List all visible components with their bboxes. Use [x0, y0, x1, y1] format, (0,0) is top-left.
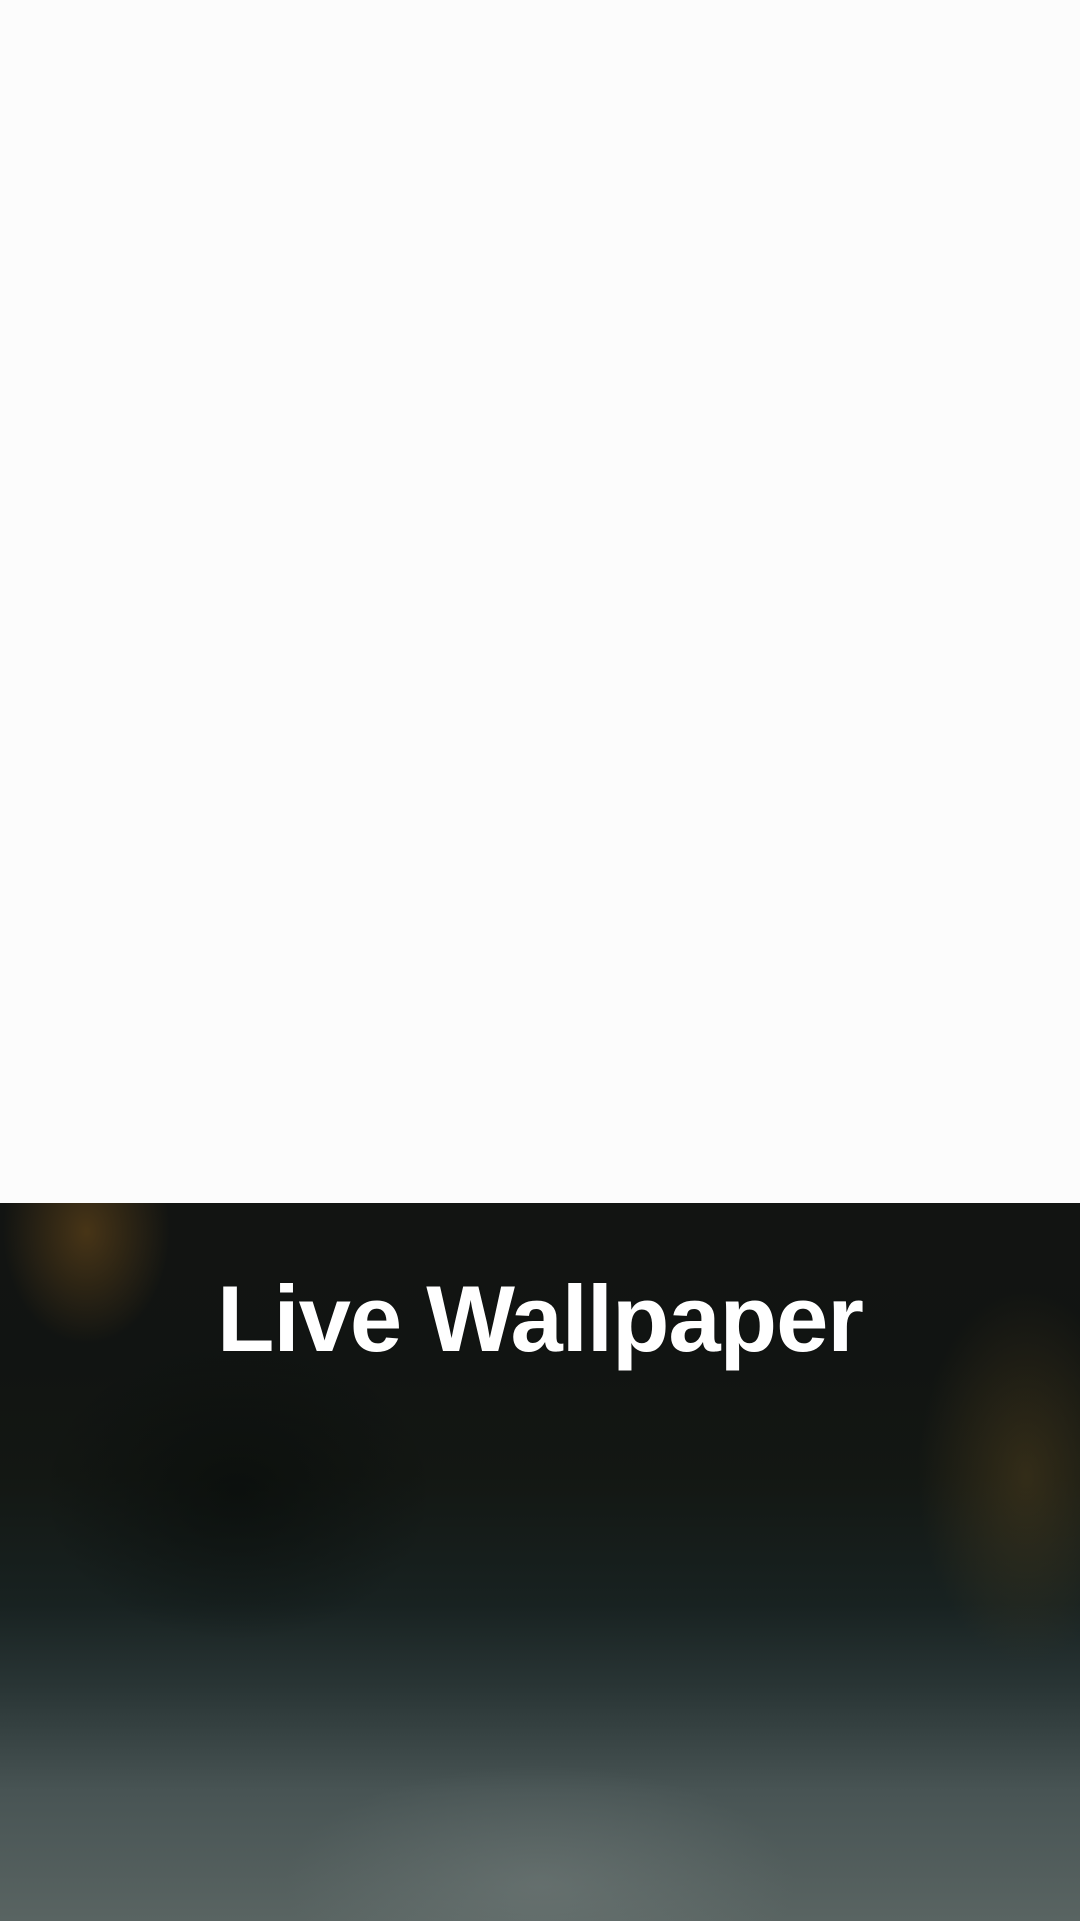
wallpaper-title: Live Wallpaper	[217, 1266, 864, 1371]
wallpaper-screen: Live Wallpaper	[0, 0, 1080, 1921]
wallpaper-preview-panel: Live Wallpaper	[0, 1203, 1080, 1921]
blank-area	[0, 0, 1080, 1203]
